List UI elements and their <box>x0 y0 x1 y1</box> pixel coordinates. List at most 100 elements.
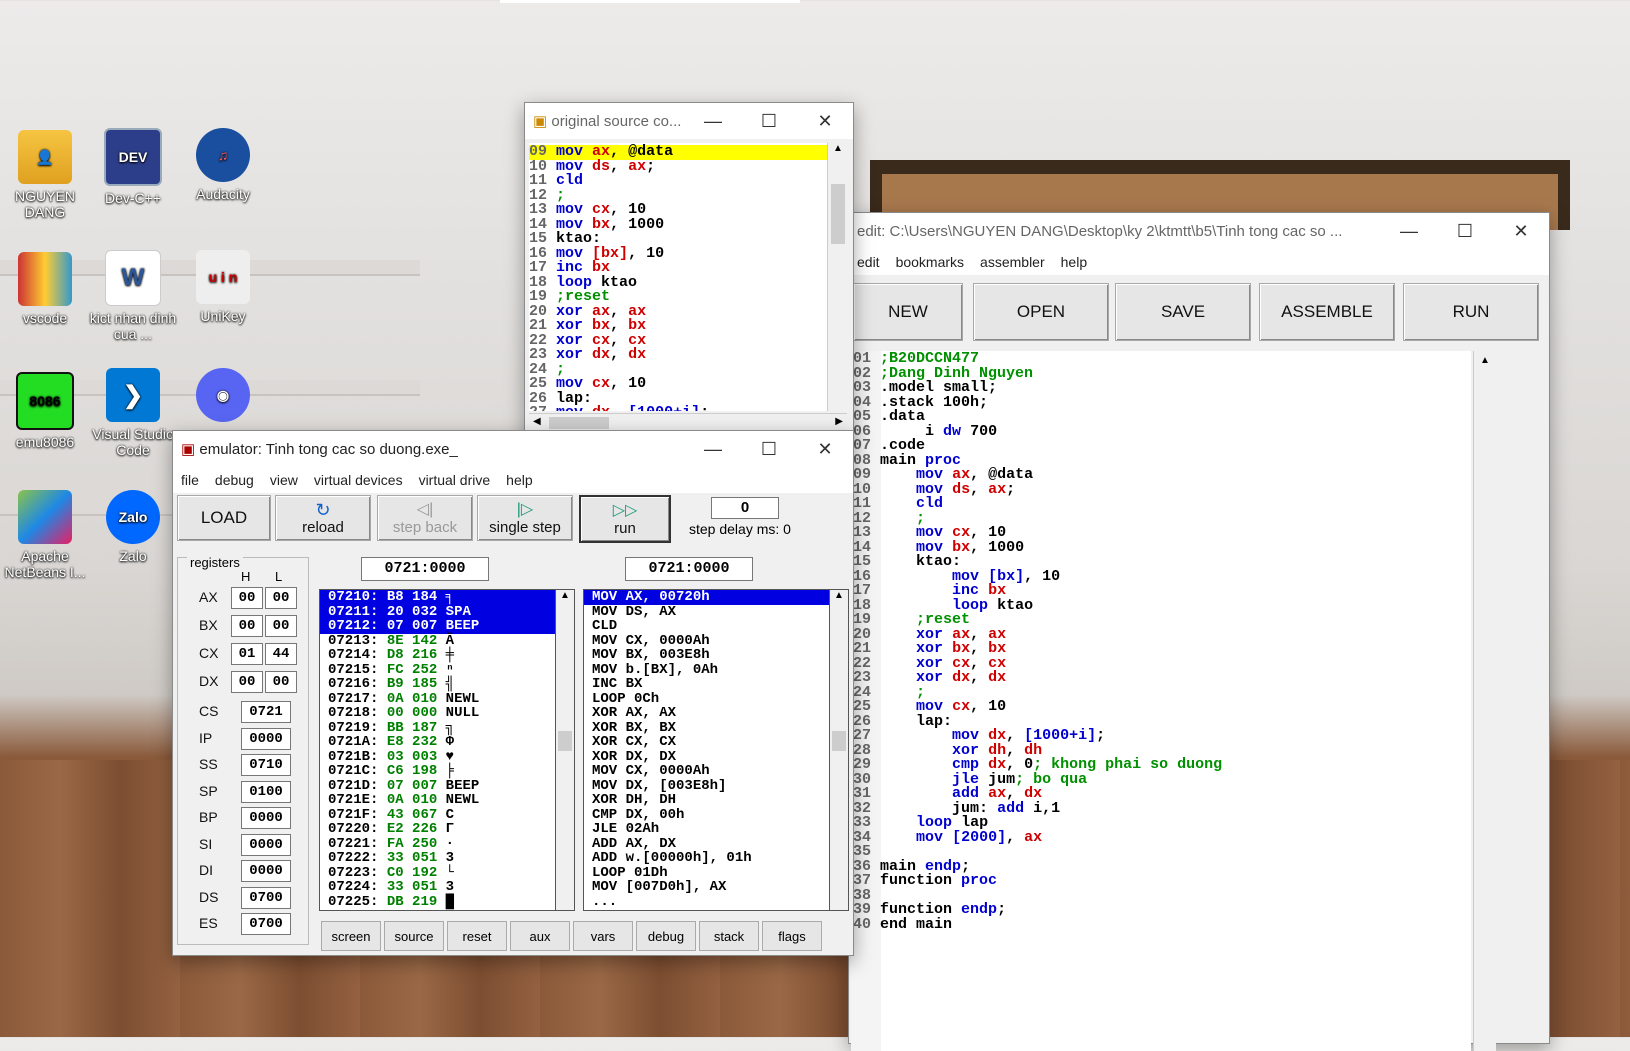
scroll-up-icon[interactable]: ▲ <box>556 590 574 601</box>
run-button[interactable]: ▷▷ run <box>579 495 671 543</box>
minimize-icon[interactable]: — <box>685 111 741 132</box>
desktop-icon-word-doc[interactable]: W kict nhan dinh cua ... <box>88 250 178 342</box>
scroll-thumb[interactable] <box>832 731 846 751</box>
disasm-row[interactable]: MOV DX, [003E8h] <box>584 778 830 794</box>
disasm-row[interactable]: CLD <box>584 619 830 634</box>
register-low-byte[interactable]: 44 <box>265 643 297 665</box>
maximize-icon[interactable]: ☐ <box>741 111 797 132</box>
scroll-thumb[interactable] <box>549 417 609 429</box>
source-code-area[interactable]: 09 mov ax, @data 10 mov ds, ax; 11 cld 12 ;… <box>529 143 827 411</box>
tab-flags[interactable]: flags <box>762 921 822 951</box>
register-value[interactable]: 0000 <box>241 807 291 829</box>
memory-row[interactable]: 07213: 8E 142 Ä <box>320 633 556 649</box>
memory-row[interactable]: 07211: 20 032 SPA <box>320 604 556 619</box>
memory-row[interactable]: 07219: BB 187 ╗ <box>320 720 556 736</box>
disasm-row[interactable]: LOOP 01Dh <box>584 865 830 881</box>
new-button[interactable]: NEW <box>853 283 963 341</box>
emulator-titlebar[interactable]: ▣ emulator: Tinh tong cac so duong.exe_ … <box>173 431 853 467</box>
register-value[interactable]: 0700 <box>241 886 291 909</box>
source-scrollbar-v[interactable]: ▲ <box>827 143 848 411</box>
register-value[interactable]: 0000 <box>241 860 291 882</box>
editor-code-area[interactable]: 01 ;B20DCCN477 02 ;Dang Dinh Nguyen 03 .mo… <box>851 351 1471 1051</box>
disasm-row[interactable]: MOV [007D0h], AX <box>584 880 830 895</box>
tab-reset[interactable]: reset <box>447 921 507 951</box>
run-button[interactable]: RUN <box>1403 283 1539 341</box>
disasm-row[interactable]: ADD AX, DX <box>584 836 830 852</box>
desktop-icon-emu8086[interactable]: 8086 emu8086 <box>0 372 90 450</box>
scroll-left-icon[interactable]: ◀ <box>533 416 541 427</box>
menu-debug[interactable]: debug <box>207 472 262 488</box>
menu-help[interactable]: help <box>498 472 540 488</box>
open-button[interactable]: OPEN <box>973 283 1109 341</box>
memory-row[interactable]: 07218: 00 000 NULL <box>320 706 556 721</box>
scroll-up-icon[interactable]: ▲ <box>828 143 848 154</box>
memory-row[interactable]: 0721E: 0A 010 NEWL <box>320 793 556 808</box>
step-back-button[interactable]: ◁| step back <box>377 495 473 541</box>
minimize-icon[interactable]: — <box>1381 221 1437 242</box>
memory-row[interactable]: 07225: DB 219 █ <box>320 894 556 910</box>
desktop-icon-audacity[interactable]: ♫ Audacity <box>178 128 268 202</box>
close-icon[interactable]: ✕ <box>797 111 853 132</box>
step-delay-input[interactable]: 0 <box>711 497 779 519</box>
memory-row[interactable]: 0721C: C6 198 ╞ <box>320 764 556 779</box>
assemble-button[interactable]: ASSEMBLE <box>1259 283 1395 341</box>
tab-aux[interactable]: aux <box>510 921 570 951</box>
menu-assembler[interactable]: assembler <box>972 254 1053 270</box>
disasm-row[interactable]: ADD w.[00000h], 01h <box>584 851 830 866</box>
memory-row[interactable]: 07210: B8 184 ╕ <box>320 590 556 605</box>
disasm-row[interactable]: XOR DH, DH <box>584 793 830 808</box>
menu-virtual-drive[interactable]: virtual drive <box>411 472 499 488</box>
memory-row[interactable]: 07220: E2 226 Γ <box>320 822 556 837</box>
menu-help[interactable]: help <box>1053 254 1095 270</box>
disasm-row[interactable]: XOR DX, DX <box>584 749 830 765</box>
editor-titlebar[interactable]: edit: C:\Users\NGUYEN DANG\Desktop\ky 2\… <box>849 213 1549 249</box>
register-value[interactable]: 0721 <box>241 701 291 723</box>
close-icon[interactable]: ✕ <box>1493 221 1549 242</box>
register-high-byte[interactable]: 00 <box>231 671 263 693</box>
reload-button[interactable]: ↻ reload <box>275 495 371 541</box>
register-low-byte[interactable]: 00 <box>265 615 297 637</box>
memory-row[interactable]: 0721F: 43 067 C <box>320 807 556 823</box>
disasm-row[interactable]: MOV DS, AX <box>584 604 830 620</box>
memory-row[interactable]: 07221: FA 250 · <box>320 836 556 852</box>
disasm-address-input[interactable]: 0721:0000 <box>625 557 753 581</box>
disasm-scrollbar[interactable]: ▲ <box>829 589 849 911</box>
desktop-icon-zalo[interactable]: Zalo Zalo <box>88 490 178 564</box>
menu-virtual-devices[interactable]: virtual devices <box>306 472 411 488</box>
disasm-row[interactable]: MOV CX, 0000Ah <box>584 764 830 779</box>
scroll-thumb[interactable] <box>558 731 572 751</box>
menu-bookmarks[interactable]: bookmarks <box>888 254 972 270</box>
memory-row[interactable]: 0721A: E8 232 Φ <box>320 735 556 750</box>
maximize-icon[interactable]: ☐ <box>1437 221 1493 242</box>
register-high-byte[interactable]: 00 <box>231 587 263 609</box>
memory-row[interactable]: 07217: 0A 010 NEWL <box>320 691 556 707</box>
register-low-byte[interactable]: 00 <box>265 671 297 693</box>
tab-stack[interactable]: stack <box>699 921 759 951</box>
menu-view[interactable]: view <box>262 472 306 488</box>
scroll-thumb[interactable] <box>831 184 845 244</box>
disasm-row[interactable]: XOR AX, AX <box>584 706 830 721</box>
register-value[interactable]: 0000 <box>241 727 291 750</box>
memory-scrollbar[interactable]: ▲ <box>555 589 575 911</box>
memory-address-input[interactable]: 0721:0000 <box>361 557 489 581</box>
memory-row[interactable]: 0721B: 03 003 ♥ <box>320 749 556 765</box>
disasm-row[interactable]: MOV AX, 00720h <box>584 590 830 605</box>
tab-debug[interactable]: debug <box>636 921 696 951</box>
disasm-row[interactable]: LOOP 0Ch <box>584 691 830 707</box>
memory-row[interactable]: 0721D: 07 007 BEEP <box>320 778 556 794</box>
save-button[interactable]: SAVE <box>1115 283 1251 341</box>
disasm-row[interactable]: XOR CX, CX <box>584 735 830 750</box>
memory-row[interactable]: 07215: FC 252 ⁿ <box>320 662 556 678</box>
tab-source[interactable]: source <box>384 921 444 951</box>
register-low-byte[interactable]: 00 <box>265 587 297 609</box>
memory-row[interactable]: 07212: 07 007 BEEP <box>320 619 556 634</box>
desktop-icon-unikey[interactable]: u i n UniKey <box>178 250 268 324</box>
desktop-icon-discord[interactable]: ◉ <box>178 368 268 426</box>
tab-vars[interactable]: vars <box>573 921 633 951</box>
memory-row[interactable]: 07216: B9 185 ╣ <box>320 677 556 692</box>
memory-row[interactable]: 07214: D8 216 ╪ <box>320 648 556 663</box>
tab-screen[interactable]: screen <box>321 921 381 951</box>
register-value[interactable]: 0710 <box>241 754 291 776</box>
disasm-row[interactable]: MOV b.[BX], 0Ah <box>584 662 830 678</box>
scroll-up-icon[interactable]: ▲ <box>1480 355 1490 366</box>
